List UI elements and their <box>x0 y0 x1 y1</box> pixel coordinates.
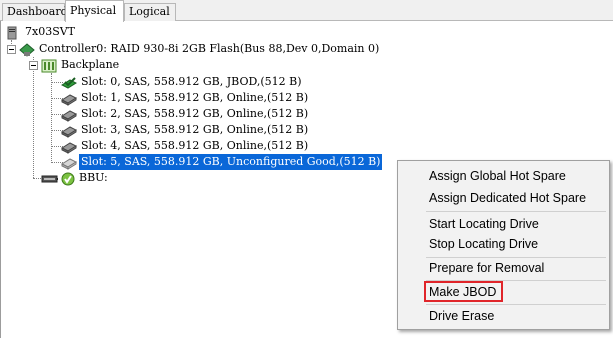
slot-label: Slot: 4, SAS, 558.912 GB, Online,(512 B) <box>81 139 309 152</box>
status-ok-icon <box>61 171 75 186</box>
tree-node-slot-2[interactable]: Slot: 2, SAS, 558.912 GB, Online,(512 B) <box>60 106 310 122</box>
menu-item-make-jbod[interactable]: Make JBOD <box>400 281 607 303</box>
menu-item-assign-dedicated-hot-spare[interactable]: Assign Dedicated Hot Spare <box>400 187 607 209</box>
jbod-drive-icon <box>60 75 78 89</box>
slot-label: Slot: 0, SAS, 558.912 GB, JBOD,(512 B) <box>81 75 302 88</box>
tree-node-controller[interactable]: Controller0: RAID 930-8i 2GB Flash(Bus 8… <box>19 41 381 57</box>
tree-node-backplane[interactable]: Backplane <box>41 57 121 73</box>
menu-item-prepare-for-removal[interactable]: Prepare for Removal <box>400 257 607 279</box>
menu-separator <box>426 211 606 212</box>
unconfigured-drive-icon <box>60 155 78 170</box>
tree-node-server[interactable]: 7x03SVT <box>5 24 77 40</box>
tree-node-bbu[interactable]: BBU: <box>41 170 110 186</box>
tree-node-slot-3[interactable]: Slot: 3, SAS, 558.912 GB, Online,(512 B) <box>60 122 310 138</box>
drive-icon <box>60 91 78 106</box>
tab-physical[interactable]: Physical <box>65 0 124 22</box>
drive-icon <box>60 107 78 122</box>
slot-label-selected: Slot: 5, SAS, 558.912 GB, Unconfigured G… <box>79 154 383 170</box>
server-icon <box>5 25 21 40</box>
context-menu: Assign Global Hot Spare Assign Dedicated… <box>397 160 610 330</box>
tab-logical[interactable]: Logical <box>124 3 176 21</box>
menu-item-drive-erase[interactable]: Drive Erase <box>400 305 607 327</box>
menu-item-assign-global-hot-spare[interactable]: Assign Global Hot Spare <box>400 165 607 187</box>
battery-icon <box>41 171 59 185</box>
server-label: 7x03SVT <box>25 25 76 38</box>
collapse-backplane-button[interactable] <box>29 61 38 70</box>
tree-line <box>33 57 34 178</box>
controller-label: Controller0: RAID 930-8i 2GB Flash(Bus 8… <box>39 42 380 55</box>
drive-icon <box>60 139 78 154</box>
slot-label: Slot: 2, SAS, 558.912 GB, Online,(512 B) <box>81 107 309 120</box>
tab-strip: Dashboard Physical Logical <box>0 0 613 22</box>
tree-line <box>51 73 52 163</box>
backplane-icon <box>41 58 57 73</box>
tree-node-slot-4[interactable]: Slot: 4, SAS, 558.912 GB, Online,(512 B) <box>60 138 310 154</box>
slot-label: Slot: 1, SAS, 558.912 GB, Online,(512 B) <box>81 91 309 104</box>
bbu-label: BBU: <box>79 171 108 184</box>
tab-dashboard[interactable]: Dashboard <box>2 3 68 21</box>
drive-icon <box>60 123 78 138</box>
collapse-controller-button[interactable] <box>7 45 16 54</box>
tree-node-slot-0[interactable]: Slot: 0, SAS, 558.912 GB, JBOD,(512 B) <box>60 74 304 90</box>
menu-item-stop-locating-drive[interactable]: Stop Locating Drive <box>400 233 607 255</box>
slot-label: Slot: 3, SAS, 558.912 GB, Online,(512 B) <box>81 123 309 136</box>
controller-icon <box>19 42 35 57</box>
menu-item-start-locating-drive[interactable]: Start Locating Drive <box>400 213 607 235</box>
tree-node-slot-1[interactable]: Slot: 1, SAS, 558.912 GB, Online,(512 B) <box>60 90 310 106</box>
tree-node-slot-5[interactable]: Slot: 5, SAS, 558.912 GB, Unconfigured G… <box>60 154 383 170</box>
backplane-label: Backplane <box>61 58 120 71</box>
